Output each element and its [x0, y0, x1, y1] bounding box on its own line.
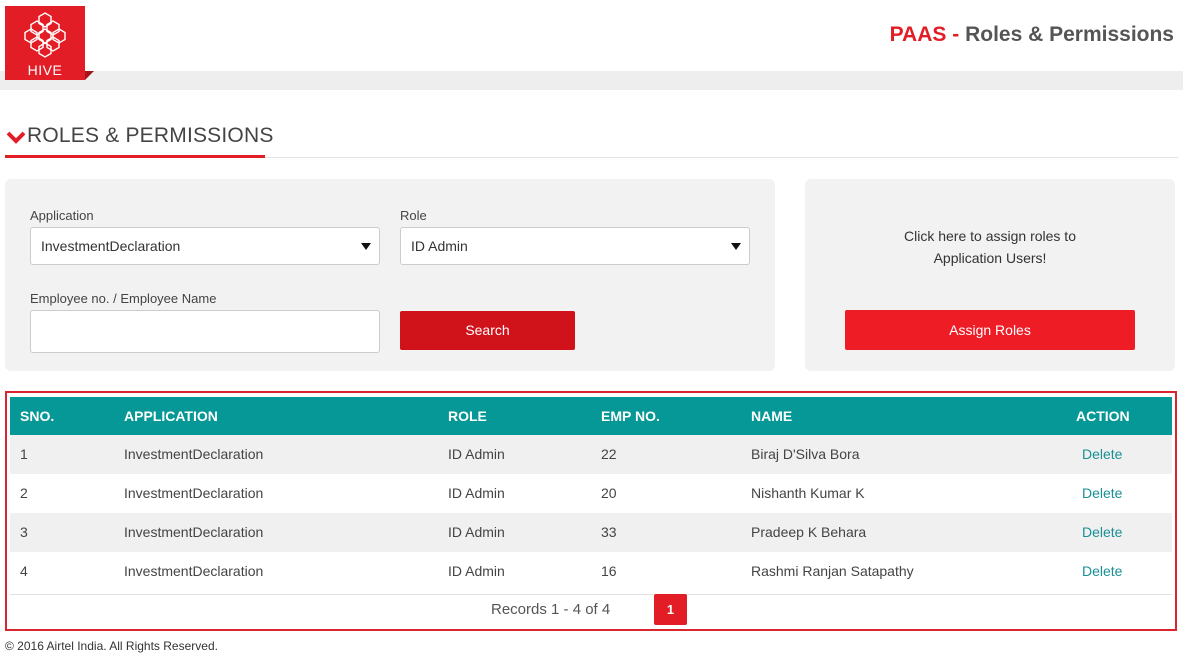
page-button-1[interactable]: 1	[654, 594, 687, 625]
column-header-sno: SNO.	[20, 408, 55, 424]
assign-panel: Click here to assign roles to Applicatio…	[805, 179, 1175, 371]
search-button[interactable]: Search	[400, 311, 575, 350]
pager-divider	[10, 594, 1172, 595]
table-header: SNO. APPLICATION ROLE EMP NO. NAME ACTIO…	[10, 397, 1172, 435]
column-header-action: ACTION	[1076, 408, 1130, 424]
cell-sno: 4	[20, 563, 28, 579]
cell-emp-no: 20	[601, 485, 617, 501]
cell-name: Pradeep K Behara	[751, 524, 867, 540]
page-title-brand: PAAS	[889, 23, 947, 46]
roles-table: SNO. APPLICATION ROLE EMP NO. NAME ACTIO…	[5, 391, 1177, 631]
cell-emp-no: 16	[601, 563, 617, 579]
assign-description-line2: Application Users!	[933, 250, 1047, 266]
cell-application: InvestmentDeclaration	[124, 446, 264, 462]
cell-name: Biraj D'Silva Bora	[751, 446, 860, 462]
caret-down-icon	[361, 243, 371, 250]
records-count: Records 1 - 4 of 4	[491, 601, 611, 618]
cell-role: ID Admin	[448, 485, 505, 501]
employee-search-input[interactable]	[30, 310, 380, 353]
logo-fold	[85, 71, 94, 80]
logo-text: HIVE	[27, 62, 63, 78]
cell-sno: 3	[20, 524, 28, 540]
cell-sno: 2	[20, 485, 28, 501]
delete-link[interactable]: Delete	[1082, 552, 1122, 591]
application-select-value: InvestmentDeclaration	[41, 238, 181, 254]
role-label: Role	[400, 208, 427, 223]
page-title-text: Roles & Permissions	[965, 23, 1174, 46]
page-title-separator: -	[946, 23, 966, 46]
cell-emp-no: 33	[601, 524, 617, 540]
delete-link[interactable]: Delete	[1082, 435, 1122, 474]
column-header-emp-no: EMP NO.	[601, 408, 660, 424]
chevron-down-icon	[6, 131, 26, 144]
application-select[interactable]: InvestmentDeclaration	[30, 227, 380, 265]
cell-role: ID Admin	[448, 446, 505, 462]
cell-name: Rashmi Ranjan Satapathy	[751, 563, 914, 579]
cell-role: ID Admin	[448, 524, 505, 540]
cell-sno: 1	[20, 446, 28, 462]
cell-application: InvestmentDeclaration	[124, 524, 264, 540]
column-header-name: NAME	[751, 408, 793, 424]
employee-label: Employee no. / Employee Name	[30, 291, 217, 306]
table-row: 2 InvestmentDeclaration ID Admin 20 Nish…	[10, 474, 1172, 513]
cell-emp-no: 22	[601, 446, 617, 462]
caret-down-icon	[731, 243, 741, 250]
cell-application: InvestmentDeclaration	[124, 563, 264, 579]
section-divider	[265, 157, 1178, 158]
assign-description: Click here to assign roles to Applicatio…	[805, 225, 1175, 269]
footer-copyright: © 2016 Airtel India. All Rights Reserved…	[5, 639, 218, 653]
hexagon-grid-icon	[24, 12, 66, 58]
application-label: Application	[30, 208, 94, 223]
table-row: 4 InvestmentDeclaration ID Admin 16 Rash…	[10, 552, 1172, 591]
column-header-role: ROLE	[448, 408, 487, 424]
role-select[interactable]: ID Admin	[400, 227, 750, 265]
table-row: 3 InvestmentDeclaration ID Admin 33 Prad…	[10, 513, 1172, 552]
cell-name: Nishanth Kumar K	[751, 485, 865, 501]
header-strip	[0, 71, 1183, 90]
table-row: 1 InvestmentDeclaration ID Admin 22 Bira…	[10, 435, 1172, 474]
assign-roles-button[interactable]: Assign Roles	[845, 310, 1135, 350]
delete-link[interactable]: Delete	[1082, 474, 1122, 513]
section-title: ROLES & PERMISSIONS	[27, 124, 274, 147]
assign-description-line1: Click here to assign roles to	[904, 228, 1076, 244]
section-header[interactable]: ROLES & PERMISSIONS	[5, 124, 273, 158]
hive-logo[interactable]: HIVE	[5, 6, 85, 80]
column-header-application: APPLICATION	[124, 408, 218, 424]
delete-link[interactable]: Delete	[1082, 513, 1122, 552]
page-title: PAAS - Roles & Permissions	[890, 23, 1174, 47]
cell-application: InvestmentDeclaration	[124, 485, 264, 501]
search-panel: Application InvestmentDeclaration Role I…	[5, 179, 775, 371]
role-select-value: ID Admin	[411, 238, 468, 254]
cell-role: ID Admin	[448, 563, 505, 579]
